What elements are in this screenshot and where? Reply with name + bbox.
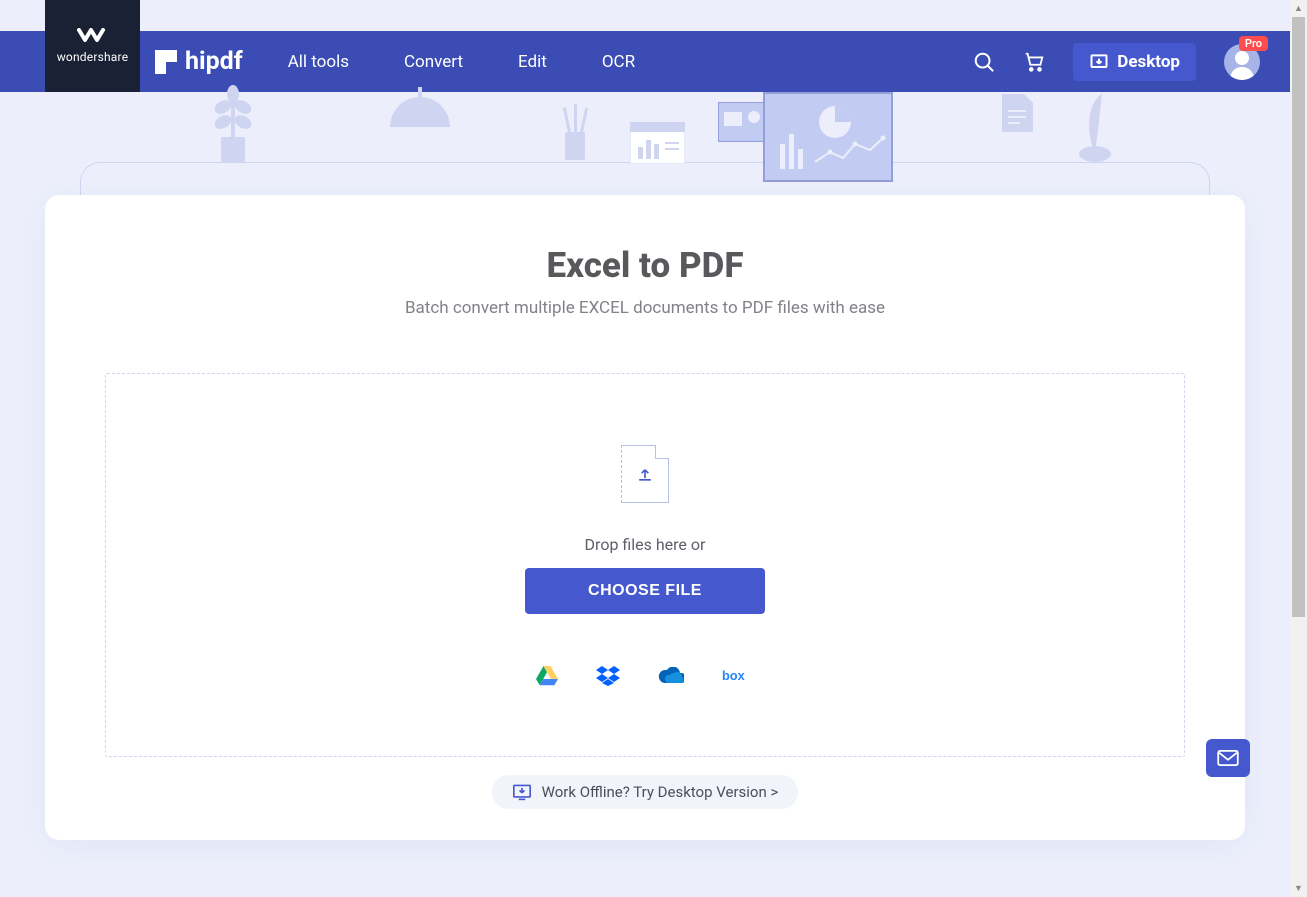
nav-ocr[interactable]: OCR <box>602 52 635 72</box>
dashboard-icon <box>763 92 893 182</box>
main-card: Excel to PDF Batch convert multiple EXCE… <box>45 195 1245 840</box>
onedrive-icon <box>658 667 684 685</box>
scrollbar-down-arrow[interactable]: ▼ <box>1290 880 1307 897</box>
mail-icon <box>1217 750 1239 766</box>
download-icon <box>1089 52 1109 72</box>
page-subtitle: Batch convert multiple EXCEL documents t… <box>105 298 1185 318</box>
hipdf-logo[interactable]: hipdf <box>155 47 243 76</box>
user-avatar[interactable]: Pro <box>1224 44 1260 80</box>
choose-file-button[interactable]: CHOOSE FILE <box>525 568 765 614</box>
scrollbar-thumb[interactable] <box>1292 17 1305 617</box>
medium-chart-icon <box>718 102 768 146</box>
main-navbar: hipdf All tools Convert Edit OCR <box>0 31 1290 92</box>
cart-button[interactable] <box>1023 51 1045 73</box>
hipdf-logo-text: hipdf <box>185 47 243 76</box>
box-button[interactable]: box <box>722 667 754 685</box>
quill-icon <box>1070 92 1120 171</box>
wondershare-brand-text: wondershare <box>57 50 129 64</box>
cart-icon <box>1023 51 1045 73</box>
work-offline-pill[interactable]: Work Offline? Try Desktop Version > <box>492 775 799 809</box>
svg-text:box: box <box>722 667 746 682</box>
pencils-cup-icon <box>555 102 595 166</box>
file-dropzone[interactable]: Drop files here or CHOOSE FILE <box>105 373 1185 757</box>
cloud-sources-row: box <box>536 666 754 686</box>
dropbox-icon <box>596 666 620 686</box>
onedrive-button[interactable] <box>658 667 684 685</box>
dropzone-hint: Drop files here or <box>585 535 706 554</box>
search-icon <box>973 51 995 73</box>
monitor-download-icon <box>512 783 532 801</box>
nav-convert[interactable]: Convert <box>404 52 463 72</box>
document-icon <box>1000 92 1035 138</box>
scrollbar-up-arrow[interactable]: ▲ <box>1290 0 1307 17</box>
desktop-button[interactable]: Desktop <box>1073 43 1196 81</box>
upload-file-icon <box>621 445 669 503</box>
google-drive-icon <box>536 666 558 686</box>
nav-all-tools[interactable]: All tools <box>288 52 349 72</box>
decorative-illustration-band <box>0 92 1290 192</box>
dropbox-button[interactable] <box>596 666 620 686</box>
plant-icon <box>203 82 263 171</box>
pro-badge: Pro <box>1239 36 1268 51</box>
box-icon: box <box>722 667 754 685</box>
hipdf-logo-icon <box>155 50 177 74</box>
nav-edit[interactable]: Edit <box>518 52 547 72</box>
small-chart-icon <box>630 122 685 168</box>
search-button[interactable] <box>973 51 995 73</box>
desktop-button-label: Desktop <box>1117 52 1180 72</box>
wondershare-brand-block[interactable]: wondershare <box>45 0 140 92</box>
page-title: Excel to PDF <box>105 245 1185 286</box>
work-offline-label: Work Offline? Try Desktop Version > <box>542 783 779 801</box>
feedback-mail-button[interactable] <box>1206 739 1250 777</box>
vertical-scrollbar[interactable]: ▲ ▼ <box>1290 0 1307 897</box>
lamp-icon <box>380 87 460 141</box>
google-drive-button[interactable] <box>536 666 558 686</box>
wondershare-logo-icon <box>76 28 110 46</box>
